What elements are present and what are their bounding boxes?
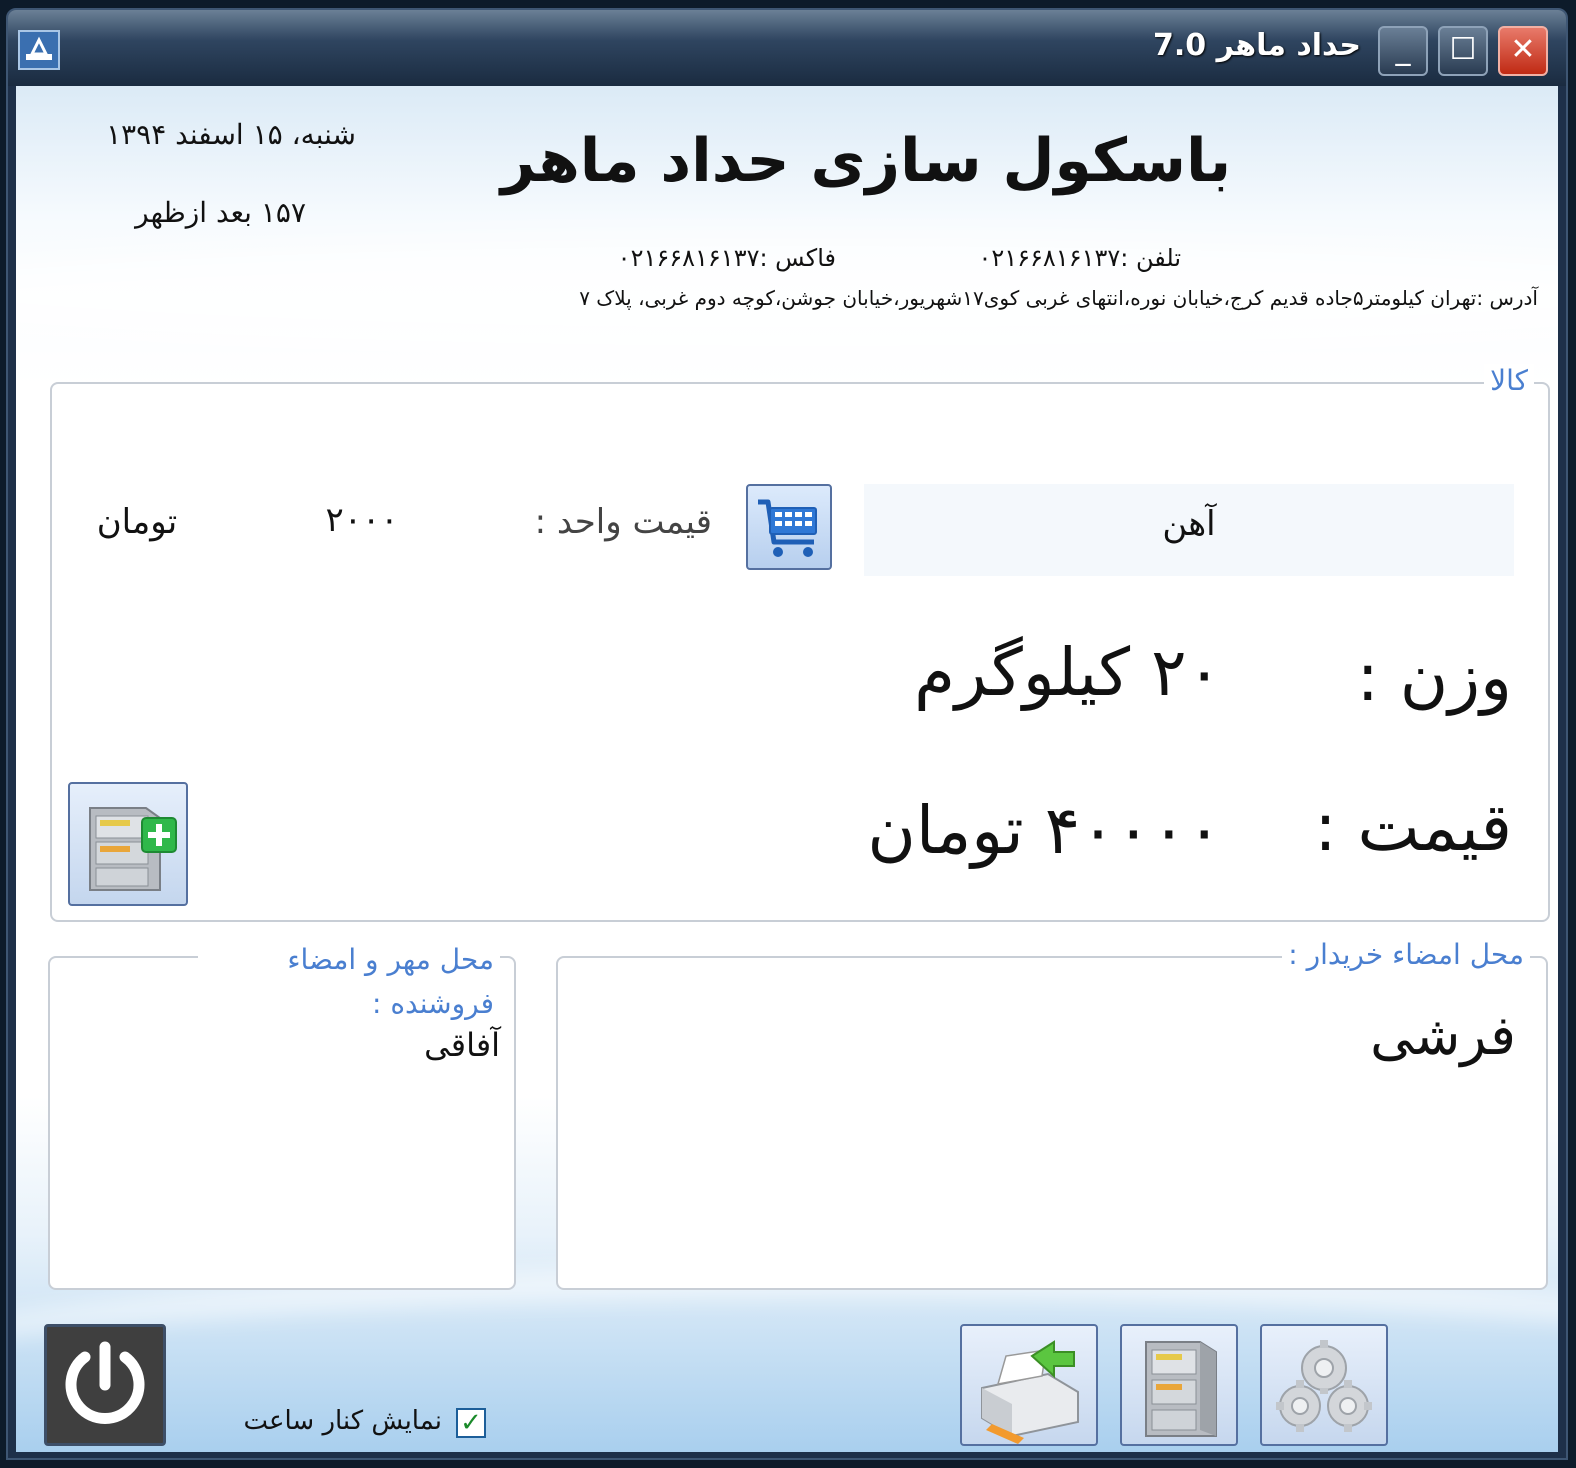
client-area: شنبه، ۱۵ اسفند ۱۳۹۴ ۱۵۷ بعد ازظهر باسکول… [16,86,1558,1452]
app-window: حداد ماهر 7.0 _ ☐ ✕ شنبه، ۱۵ اسفند ۱۳۹۴ … [6,8,1568,1460]
weight-value: ۲۰ کیلوگرم [914,634,1222,711]
app-icon[interactable] [18,30,60,70]
minimize-icon: _ [1395,32,1411,67]
close-icon: ✕ [1510,32,1536,67]
gears-icon [1276,1340,1372,1432]
contact-line: تلفن :۰۲۱۶۶۸۱۶۱۳۷ فاکس :۰۲۱۶۶۸۱۶۱۳۷ [516,244,1216,284]
maximize-icon: ☐ [1449,32,1477,67]
maximize-button[interactable]: ☐ [1438,26,1488,76]
buyer-signature-legend: محل امضاء خریدار : [1282,938,1530,971]
select-product-button[interactable] [746,484,832,570]
current-date: شنبه، ۱۵ اسفند ۱۳۹۴ [106,118,356,151]
shopping-cart-icon [758,499,817,557]
buyer-signature-group: محل امضاء خریدار : فرشی [556,938,1548,1290]
show-clock-label: نمایش کنار ساعت [243,1406,442,1436]
add-to-archive-button[interactable] [68,782,188,906]
show-clock-checkbox[interactable]: ✓ [456,1408,486,1438]
product-name-field[interactable]: آهن [864,484,1514,576]
printer-icon [981,1340,1079,1444]
unit-price-currency: تومان [96,502,178,542]
unit-price-value: ۲۰۰۰ [325,500,399,540]
window-title: حداد ماهر 7.0 [1153,28,1361,63]
price-label: قیمت : [1314,789,1512,866]
current-time: ۱۵۷ بعد ازظهر [135,196,306,229]
minimize-button[interactable]: _ [1378,26,1428,76]
power-icon [65,1341,145,1424]
seller-signature-legend: محل مهر و امضاء فروشنده : [198,938,500,1026]
close-button[interactable]: ✕ [1498,26,1548,76]
file-cabinet-add-icon [89,807,177,891]
weight-label: وزن : [1356,639,1512,716]
title-bar[interactable]: حداد ماهر 7.0 _ ☐ ✕ [8,10,1566,86]
price-value: ۴۰۰۰۰ تومان [867,792,1222,869]
archive-button[interactable] [1120,1324,1238,1446]
company-address: آدرس :تهران کیلومتر۵جاده قدیم کرج،خیابان… [579,286,1538,310]
product-group: کالا آهن قیمت واحد : ۲۰۰۰ تومان وزن : ۲۰… [50,364,1550,922]
print-button[interactable] [960,1324,1098,1446]
settings-button[interactable] [1260,1324,1388,1446]
company-name: باسکول سازی حداد ماهر [500,126,1232,196]
show-clock-option[interactable]: ✓ نمایش کنار ساعت [196,1406,486,1446]
file-cabinet-icon [1145,1341,1217,1437]
buyer-name: فرشی [1370,1004,1516,1067]
fax-number: فاکس :۰۲۱۶۶۸۱۶۱۳۷ [617,244,836,272]
unit-price-label: قیمت واحد : [534,502,712,542]
seller-name: آفاقی [424,1026,500,1064]
product-group-legend: کالا [1484,364,1534,397]
seller-signature-group: محل مهر و امضاء فروشنده : آفاقی [48,938,516,1290]
phone-number: تلفن :۰۲۱۶۶۸۱۶۱۳۷ [978,244,1181,272]
power-button[interactable] [44,1324,166,1446]
